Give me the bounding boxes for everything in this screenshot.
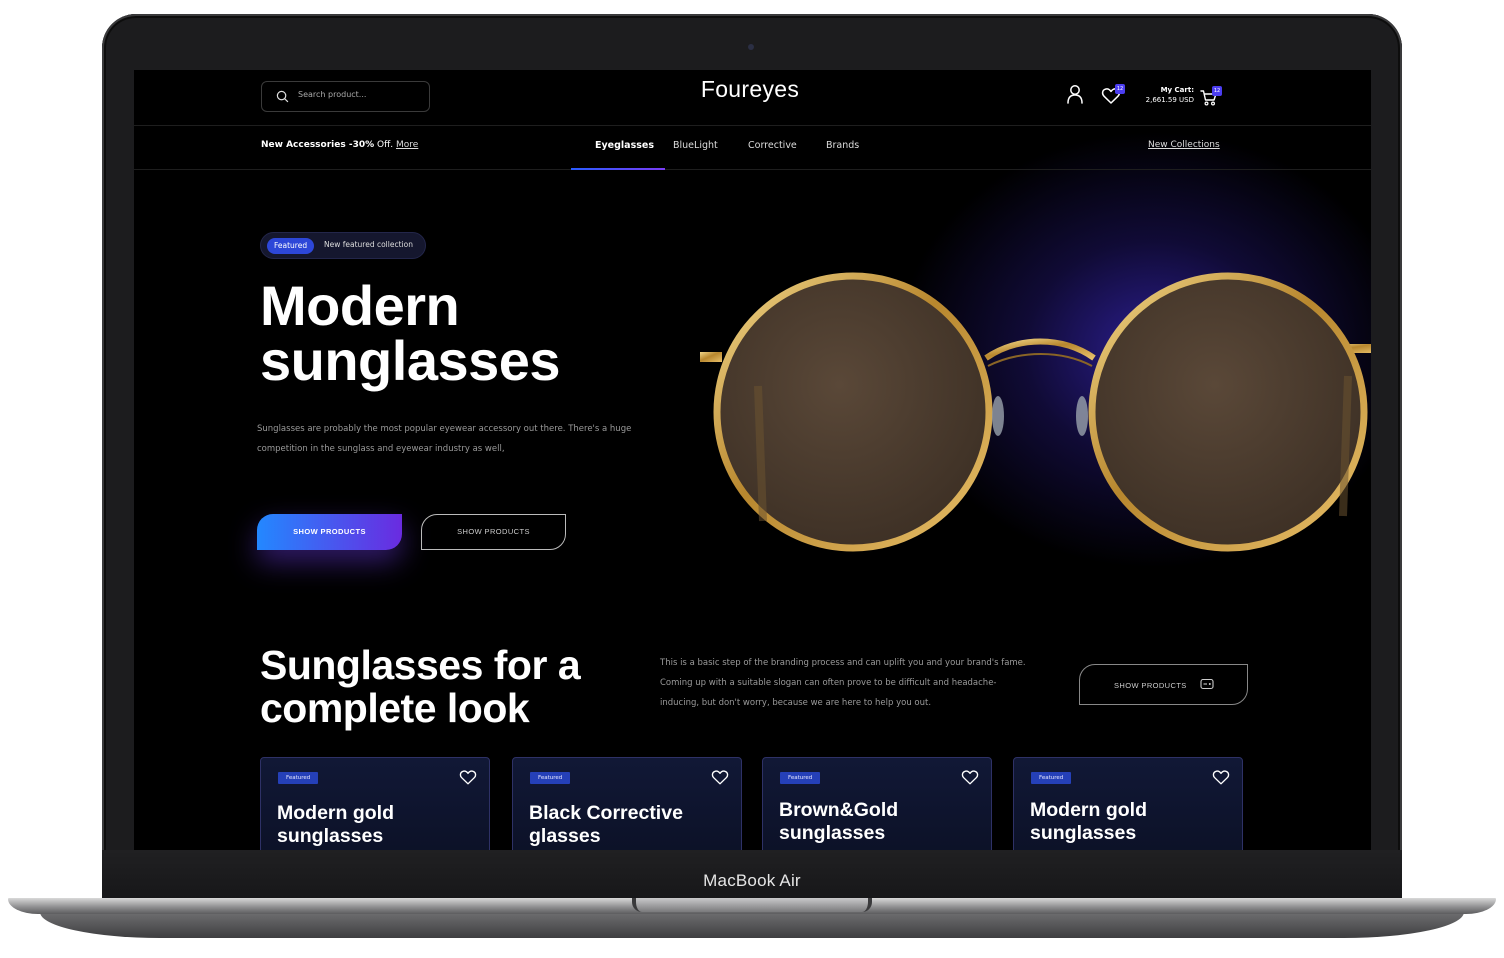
cart-button[interactable]: 12 [1200, 86, 1222, 106]
featured-tag: Featured [267, 238, 315, 254]
sub-navigation: New Accessories -30% Off. More Eyeglasse… [134, 126, 1371, 170]
heart-icon[interactable] [711, 769, 729, 786]
device-label: MacBook Air [703, 871, 801, 890]
promo-banner: New Accessories -30% Off. More [261, 140, 418, 150]
camera [748, 44, 754, 50]
new-collections-link[interactable]: New Collections [1148, 140, 1220, 150]
promo-text: Off. [374, 140, 396, 150]
product-card[interactable]: Featured Black Corrective glasses [512, 757, 742, 850]
laptop-base-bottom [40, 912, 1464, 938]
card-title: Modern gold sunglasses [1030, 799, 1147, 844]
hero-description: Sunglasses are probably the most popular… [257, 424, 632, 454]
section-show-products-button[interactable]: SHOW PRODUCTS [1079, 664, 1248, 705]
section-title-line2: complete look [260, 685, 530, 731]
card-title: Black Corrective glasses [529, 802, 683, 847]
nav-bluelight[interactable]: BlueLight [673, 140, 718, 151]
promo-more-link[interactable]: More [396, 140, 418, 150]
active-nav-indicator [571, 168, 665, 170]
cart-label: My Cart: [1160, 86, 1194, 94]
search-input[interactable] [298, 90, 422, 99]
website-screen: Foureyes 12 My Cart: 2,661.59 USD 12 [134, 70, 1371, 850]
show-products-primary-button[interactable]: SHOW PRODUCTS [257, 514, 402, 550]
nav-brands[interactable]: Brands [826, 140, 859, 151]
cart-count-badge: 12 [1212, 86, 1222, 96]
card-title: Modern gold sunglasses [277, 802, 394, 847]
laptop-notch [632, 898, 872, 912]
nav-eyeglasses[interactable]: Eyeglasses [595, 140, 654, 151]
heart-icon[interactable] [459, 769, 477, 786]
show-products-secondary-button[interactable]: SHOW PRODUCTS [421, 514, 566, 550]
section-button-label: SHOW PRODUCTS [1114, 681, 1187, 690]
section-description: This is a basic step of the branding pro… [660, 658, 1026, 708]
wishlist-button[interactable]: 12 [1101, 84, 1125, 104]
card-icon [1200, 678, 1214, 690]
card-title: Brown&Gold sunglasses [779, 799, 899, 844]
nav-corrective[interactable]: Corrective [748, 140, 797, 151]
product-card[interactable]: Featured Modern gold sunglasses [1013, 757, 1243, 850]
card-featured-tag: Featured [780, 772, 821, 784]
section-title: Sunglasses for a complete look [260, 644, 640, 730]
hero-title-line2: sunglasses [260, 329, 561, 392]
product-card[interactable]: Featured Brown&Gold sunglasses [762, 757, 992, 850]
featured-pill[interactable]: Featured New featured collection [260, 232, 426, 259]
card-featured-tag: Featured [278, 772, 319, 784]
wishlist-count-badge: 12 [1115, 84, 1125, 94]
promo-highlight: New Accessories -30% [261, 140, 375, 150]
search-icon [276, 90, 289, 103]
site-logo[interactable]: Foureyes [634, 76, 866, 103]
product-card[interactable]: Featured Modern gold sunglasses [260, 757, 490, 850]
header: Foureyes 12 My Cart: 2,661.59 USD 12 [134, 70, 1371, 126]
search-box[interactable] [261, 81, 430, 112]
card-featured-tag: Featured [1031, 772, 1072, 784]
user-icon[interactable] [1066, 84, 1084, 104]
heart-icon[interactable] [1212, 769, 1230, 786]
cart-summary[interactable]: My Cart: 2,661.59 USD [1140, 85, 1194, 105]
section-title-line1: Sunglasses for a [260, 642, 581, 688]
heart-icon[interactable] [961, 769, 979, 786]
featured-pill-text: New featured collection [324, 240, 413, 249]
round-sunglasses-image [700, 272, 1371, 552]
cart-total: 2,661.59 USD [1145, 96, 1194, 104]
hero-title: Modern sunglasses [260, 274, 680, 392]
hero-title-line1: Modern [260, 274, 460, 337]
card-featured-tag: Featured [530, 772, 571, 784]
